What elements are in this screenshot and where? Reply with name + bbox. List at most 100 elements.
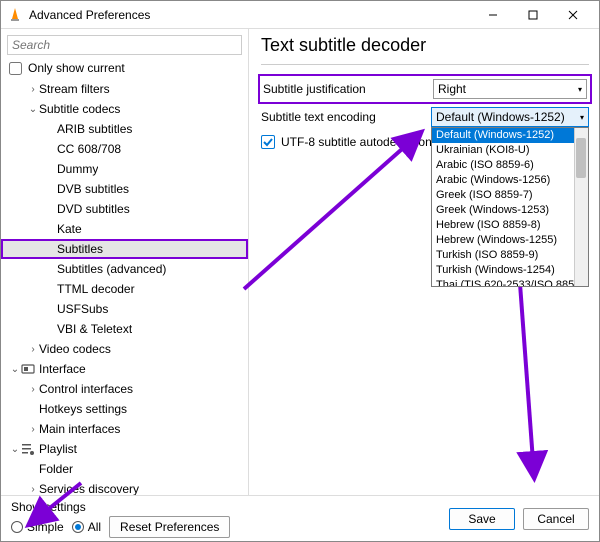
radio-simple[interactable]: Simple <box>11 520 64 534</box>
utf8-label: UTF-8 subtitle autodetection <box>281 135 432 149</box>
justification-select[interactable]: Right ▾ <box>433 79 587 99</box>
encoding-option[interactable]: Default (Windows-1252) <box>432 128 588 143</box>
encoding-option[interactable]: Hebrew (ISO 8859-8) <box>432 218 588 233</box>
tree-item[interactable]: ›Services discovery <box>1 479 248 495</box>
tree-item-label: Control interfaces <box>39 382 133 396</box>
tree-item[interactable]: USFSubs <box>1 299 248 319</box>
tree-item-label: CC 608/708 <box>57 142 121 156</box>
encoding-option[interactable]: Arabic (ISO 8859-6) <box>432 158 588 173</box>
encoding-label: Subtitle text encoding <box>261 110 431 124</box>
tree-item[interactable]: VBI & Teletext <box>1 319 248 339</box>
encoding-option[interactable]: Turkish (Windows-1254) <box>432 263 588 278</box>
tree-item[interactable]: DVD subtitles <box>1 199 248 219</box>
encoding-value: Default (Windows-1252) <box>436 110 565 124</box>
tree-item[interactable]: CC 608/708 <box>1 139 248 159</box>
encoding-option[interactable]: Greek (Windows-1253) <box>432 203 588 218</box>
tree-item-label: Stream filters <box>39 82 110 96</box>
tree-item-label: Main interfaces <box>39 422 120 436</box>
radio-all[interactable]: All <box>72 520 101 534</box>
footer: Show settings Simple All Reset Preferenc… <box>1 495 599 541</box>
tree-item[interactable]: Subtitles (advanced) <box>1 259 248 279</box>
tree-item-label: TTML decoder <box>57 282 135 296</box>
chevron-right-icon: › <box>27 84 39 95</box>
radio-icon <box>11 521 23 533</box>
annotation-arrow <box>489 265 569 485</box>
encoding-option[interactable]: Thai (TIS 620-2533/ISO 8859-11) <box>432 278 588 287</box>
encoding-select[interactable]: Default (Windows-1252) ▾ <box>431 107 589 127</box>
tree-item[interactable]: Subtitles <box>1 239 248 259</box>
settings-tree[interactable]: ›Stream filters⌄Subtitle codecsARIB subt… <box>1 79 248 495</box>
tree-item[interactable]: ›Control interfaces <box>1 379 248 399</box>
encoding-option[interactable]: Ukrainian (KOI8-U) <box>432 143 588 158</box>
minimize-button[interactable] <box>473 2 513 28</box>
sidebar: Only show current ›Stream filters⌄Subtit… <box>1 29 249 495</box>
tree-item[interactable]: ARIB subtitles <box>1 119 248 139</box>
tree-item[interactable]: ⌄Playlist <box>1 439 248 459</box>
encoding-option[interactable]: Turkish (ISO 8859-9) <box>432 248 588 263</box>
save-label: Save <box>468 512 495 526</box>
interface-icon <box>21 362 35 376</box>
only-show-current-label: Only show current <box>28 61 125 75</box>
show-settings-label: Show settings <box>11 500 230 514</box>
app-icon <box>7 7 23 23</box>
justification-row: Subtitle justification Right ▾ <box>261 77 589 101</box>
search-input[interactable] <box>7 35 242 55</box>
chevron-down-icon: ⌄ <box>9 444 21 455</box>
tree-item-label: DVB subtitles <box>57 182 129 196</box>
tree-item[interactable]: Hotkeys settings <box>1 399 248 419</box>
chevron-down-icon: ⌄ <box>9 364 21 375</box>
tree-item[interactable]: DVB subtitles <box>1 179 248 199</box>
encoding-option[interactable]: Arabic (Windows-1256) <box>432 173 588 188</box>
chevron-down-icon: ▾ <box>578 85 582 94</box>
only-show-current[interactable]: Only show current <box>9 61 240 75</box>
only-show-current-checkbox[interactable] <box>9 62 22 75</box>
tree-item[interactable]: ›Stream filters <box>1 79 248 99</box>
tree-item[interactable]: ›Video codecs <box>1 339 248 359</box>
dropdown-scrollbar[interactable] <box>574 128 588 286</box>
search-container <box>7 35 242 55</box>
radio-icon <box>72 521 84 533</box>
window-controls <box>473 2 593 28</box>
encoding-option[interactable]: Greek (ISO 8859-7) <box>432 188 588 203</box>
encoding-option[interactable]: Hebrew (Windows-1255) <box>432 233 588 248</box>
tree-item-label: Dummy <box>57 162 98 176</box>
chevron-down-icon: ▾ <box>580 113 584 122</box>
scrollbar-thumb[interactable] <box>576 138 586 178</box>
preferences-window: Advanced Preferences Only show current ›… <box>0 0 600 542</box>
playlist-icon <box>21 442 35 456</box>
cancel-button[interactable]: Cancel <box>523 508 589 530</box>
encoding-dropdown[interactable]: Default (Windows-1252)Ukrainian (KOI8-U)… <box>431 127 589 287</box>
reset-preferences-button[interactable]: Reset Preferences <box>109 516 230 538</box>
justification-value: Right <box>438 82 466 96</box>
show-settings-group: Show settings Simple All Reset Preferenc… <box>11 500 230 538</box>
panel-title: Text subtitle decoder <box>261 35 589 56</box>
encoding-control: Default (Windows-1252) ▾ Default (Window… <box>431 107 589 127</box>
utf8-checkbox[interactable] <box>261 135 275 149</box>
tree-item[interactable]: ⌄ Interface <box>1 359 248 379</box>
chevron-right-icon: › <box>27 384 39 395</box>
tree-item[interactable]: ›Main interfaces <box>1 419 248 439</box>
settings-panel: Text subtitle decoder Subtitle justifica… <box>249 29 599 495</box>
chevron-right-icon: › <box>27 424 39 435</box>
tree-item[interactable]: Kate <box>1 219 248 239</box>
radio-all-label: All <box>88 520 101 534</box>
chevron-right-icon: › <box>27 344 39 355</box>
body: Only show current ›Stream filters⌄Subtit… <box>1 29 599 495</box>
tree-item-label: Subtitles (advanced) <box>57 262 166 276</box>
tree-item-label: Subtitles <box>57 242 103 256</box>
tree-item-label: DVD subtitles <box>57 202 130 216</box>
tree-item[interactable]: Dummy <box>1 159 248 179</box>
close-button[interactable] <box>553 2 593 28</box>
justification-label: Subtitle justification <box>263 82 433 96</box>
tree-item-label: USFSubs <box>57 302 108 316</box>
tree-item[interactable]: TTML decoder <box>1 279 248 299</box>
tree-item[interactable]: Folder <box>1 459 248 479</box>
tree-item[interactable]: ⌄Subtitle codecs <box>1 99 248 119</box>
window-title: Advanced Preferences <box>29 8 473 22</box>
chevron-right-icon: › <box>27 484 39 495</box>
encoding-row: Subtitle text encoding Default (Windows-… <box>261 107 589 127</box>
tree-item-label: Interface <box>39 362 86 376</box>
save-button[interactable]: Save <box>449 508 515 530</box>
maximize-button[interactable] <box>513 2 553 28</box>
radio-simple-label: Simple <box>27 520 64 534</box>
